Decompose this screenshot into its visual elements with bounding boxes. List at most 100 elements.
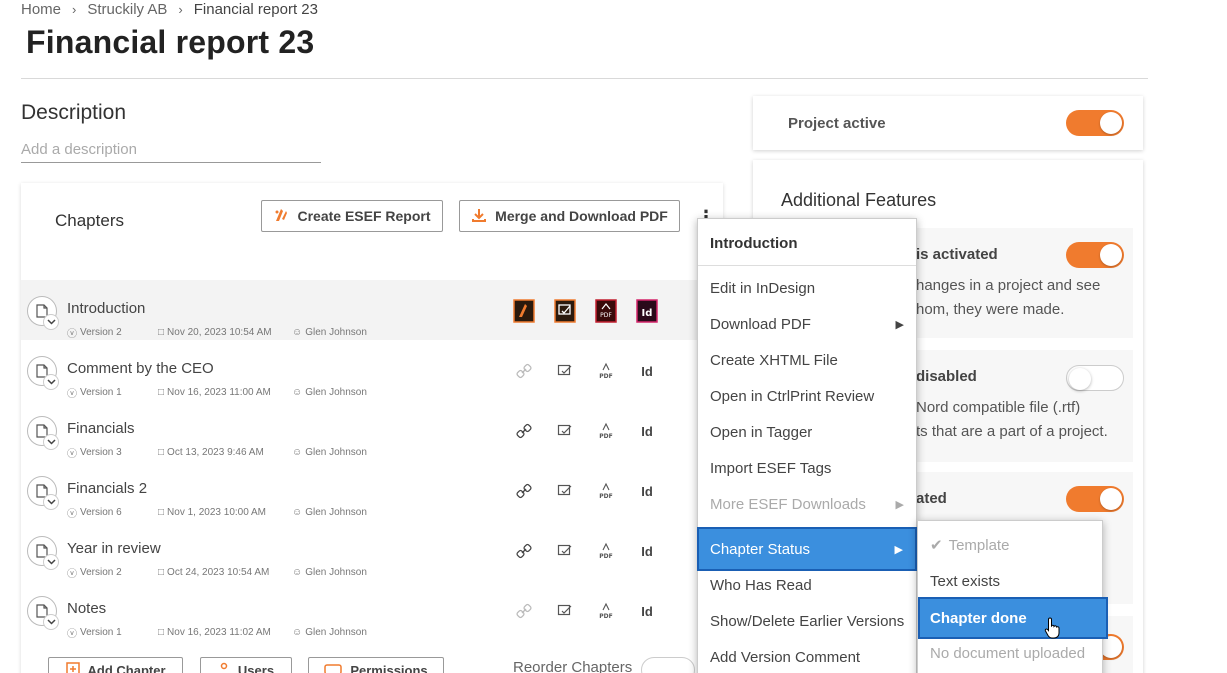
chapter-row[interactable]: Comment by the CEO ⓥ Version 1 □ Nov 16, 2… [21, 340, 723, 400]
project-active-toggle[interactable] [1066, 110, 1124, 136]
chapters-title: Chapters [55, 211, 124, 230]
pdf-icon[interactable]: PDF [595, 420, 617, 442]
menu-item-edit-in-indesign[interactable]: Edit in InDesign [698, 270, 916, 306]
chapter-version: ⓥ Version 1 [67, 385, 158, 400]
author-label: Glen Johnson [305, 447, 367, 458]
description-input[interactable] [21, 137, 321, 163]
chevron-down-icon[interactable] [43, 614, 59, 630]
indesign-icon[interactable]: Id [636, 420, 658, 442]
link-icon[interactable] [513, 600, 535, 622]
toggle-knob [1100, 636, 1122, 658]
indesign-icon[interactable]: Id [636, 540, 658, 562]
review-icon[interactable] [554, 540, 576, 562]
chapter-name[interactable]: Introduction [67, 300, 145, 317]
download-icon [471, 207, 487, 226]
esef-chapter-icon[interactable] [513, 299, 535, 323]
menu-item-label: Who Has Read [710, 576, 812, 594]
chapter-date: □ Oct 13, 2023 9:46 AM [158, 445, 292, 460]
chevron-down-icon[interactable] [43, 374, 59, 390]
feature-toggle[interactable] [1066, 486, 1124, 512]
menu-item-open-in-tagger[interactable]: Open in Tagger [698, 414, 916, 450]
menu-item-open-in-ctrlprint-review[interactable]: Open in CtrlPrint Review [698, 378, 916, 414]
chapter-row[interactable]: Year in review ⓥ Version 2 □ Oct 24, 2023 … [21, 520, 723, 580]
chapter-name[interactable]: Comment by the CEO [67, 360, 214, 377]
breadcrumb-company[interactable]: Struckily AB [87, 1, 167, 18]
merge-download-pdf-button[interactable]: Merge and Download PDF [459, 200, 680, 232]
author-label: Glen Johnson [305, 627, 367, 638]
chapter-row[interactable]: Financials 2 ⓥ Version 6 □ Nov 1, 2023 10:… [21, 460, 723, 520]
review-icon[interactable] [554, 480, 576, 502]
project-active-label: Project active [788, 115, 886, 132]
link-icon[interactable] [513, 480, 535, 502]
version-label: Version 2 [80, 327, 122, 338]
menu-item-more-esef-downloads: More ESEF Downloads ▶ [698, 486, 916, 522]
chevron-down-icon[interactable] [43, 434, 59, 450]
chevron-right-icon: › [178, 1, 183, 17]
chapter-name[interactable]: Financials [67, 420, 135, 437]
reorder-chapters-toggle[interactable] [641, 657, 695, 673]
chapter-date: □ Nov 20, 2023 10:54 AM [158, 325, 292, 340]
menu-item-import-esef-tags[interactable]: Import ESEF Tags [698, 450, 916, 486]
chapter-row[interactable]: Financials ⓥ Version 3 □ Oct 13, 2023 9:46… [21, 400, 723, 460]
feature-toggle[interactable] [1066, 365, 1124, 391]
status-option-chapter-done[interactable]: Chapter done [918, 597, 1108, 639]
menu-item-add-version-comment[interactable]: Add Version Comment [698, 639, 916, 673]
chevron-right-icon: › [72, 1, 77, 17]
menu-item-download-pdf[interactable]: Download PDF ▶ [698, 306, 916, 342]
pdf-icon[interactable]: PDF [595, 360, 617, 382]
indesign-chapter-icon[interactable]: Id [636, 299, 658, 323]
permissions-button[interactable]: Permissions [308, 657, 444, 673]
breadcrumb-home[interactable]: Home [21, 1, 61, 18]
chapter-row[interactable]: Introduction ⓥ Version 2 □ Nov 20, 2023 10… [21, 280, 723, 340]
review-icon[interactable] [554, 420, 576, 442]
link-icon[interactable] [513, 360, 535, 382]
chevron-down-icon[interactable] [43, 314, 59, 330]
feature-toggle[interactable] [1066, 242, 1124, 268]
review-icon[interactable] [554, 600, 576, 622]
chapter-name[interactable]: Year in review [67, 540, 161, 557]
chapter-meta: ⓥ Version 1 □ Nov 16, 2023 11:00 AM ☺ Glen … [67, 385, 367, 400]
menu-item-label: Import ESEF Tags [710, 459, 832, 477]
menu-item-label: Create XHTML File [710, 351, 838, 369]
caret-right-icon: ▶ [895, 498, 904, 511]
chevron-down-icon[interactable] [43, 554, 59, 570]
pdf-icon[interactable]: PDF [595, 480, 617, 502]
version-icon: ⓥ [67, 389, 77, 400]
review-icon[interactable] [554, 360, 576, 382]
date-label: Nov 20, 2023 10:54 AM [167, 327, 272, 338]
menu-item-create-xhtml-file[interactable]: Create XHTML File [698, 342, 916, 378]
chapter-version: ⓥ Version 2 [67, 325, 158, 340]
add-chapter-button[interactable]: Add Chapter [48, 657, 183, 673]
pdf-icon[interactable]: PDF [595, 600, 617, 622]
pdf-chapter-icon[interactable]: PDF [595, 299, 617, 323]
chapter-name[interactable]: Notes [67, 600, 106, 617]
link-icon[interactable] [513, 540, 535, 562]
key-icon [324, 663, 343, 673]
indesign-icon[interactable]: Id [636, 360, 658, 382]
menu-item-label: Edit in InDesign [710, 279, 816, 297]
menu-item-chapter-status[interactable]: Chapter Status ▶ [697, 527, 917, 571]
toggle-knob [1100, 244, 1122, 266]
link-icon[interactable] [513, 420, 535, 442]
indesign-icon[interactable]: Id [636, 600, 658, 622]
menu-item-label: Chapter Status [710, 540, 811, 558]
status-option-text-exists[interactable]: Text exists [918, 563, 1102, 599]
caret-right-icon: ▶ [894, 543, 903, 556]
svg-text:Id: Id [642, 308, 653, 319]
users-button[interactable]: Users [200, 657, 292, 673]
toggle-knob [1069, 368, 1091, 390]
chapter-name[interactable]: Financials 2 [67, 480, 147, 497]
chapter-meta: ⓥ Version 6 □ Nov 1, 2023 10:00 AM ☺ Glen J… [67, 505, 367, 520]
caret-right-icon: ▶ [895, 318, 904, 331]
indesign-icon[interactable]: Id [636, 480, 658, 502]
create-esef-report-label: Create ESEF Report [297, 208, 431, 224]
chevron-down-icon[interactable] [43, 494, 59, 510]
create-esef-report-button[interactable]: Create ESEF Report [261, 200, 443, 232]
chapter-date: □ Nov 16, 2023 11:02 AM [158, 625, 292, 640]
status-option-label: Chapter done [930, 609, 1027, 627]
chapter-row[interactable]: Notes ⓥ Version 1 □ Nov 16, 2023 11:02 AM … [21, 580, 723, 640]
review-chapter-icon[interactable] [554, 299, 576, 323]
menu-item-show-delete-earlier-versions[interactable]: Show/Delete Earlier Versions [698, 603, 916, 639]
pdf-icon[interactable]: PDF [595, 540, 617, 562]
menu-item-who-has-read[interactable]: Who Has Read [698, 567, 916, 603]
